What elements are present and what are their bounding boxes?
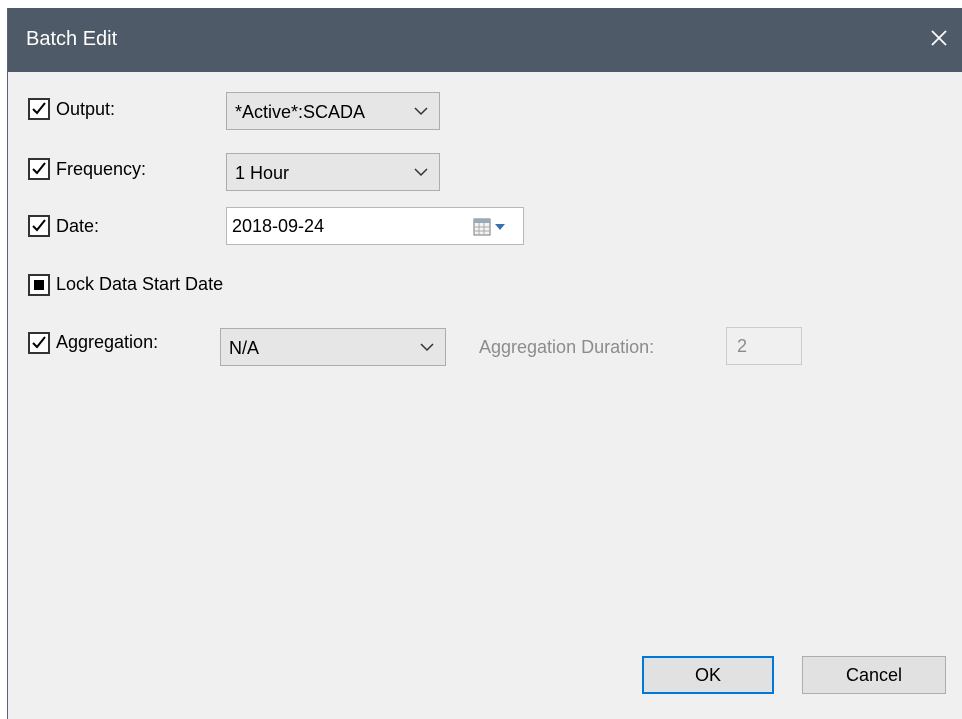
title-bar: Batch Edit: [8, 8, 962, 72]
close-icon: [931, 30, 947, 46]
output-label: Output:: [56, 99, 116, 119]
lock-start-date-checkbox[interactable]: [28, 274, 50, 296]
chevron-down-icon: [414, 107, 428, 116]
date-value: 2018-09-24: [232, 216, 325, 236]
checkmark-icon: [32, 102, 46, 115]
frequency-label: Frequency:: [56, 159, 147, 179]
date-picker[interactable]: 2018-09-24: [226, 207, 524, 245]
checkmark-icon: [32, 336, 46, 349]
cancel-button[interactable]: Cancel: [802, 656, 946, 694]
frequency-checkbox[interactable]: [28, 158, 50, 180]
frequency-select-value: 1 Hour: [235, 163, 290, 183]
frequency-select[interactable]: 1 Hour: [226, 153, 440, 191]
chevron-down-icon: [420, 343, 434, 352]
output-checkbox[interactable]: [28, 98, 50, 120]
aggregation-select[interactable]: N/A: [220, 328, 446, 366]
aggregation-label: Aggregation:: [56, 332, 159, 352]
calendar-dropdown-button[interactable]: [473, 218, 511, 236]
batch-edit-dialog: Batch Edit Output: *Active*:SCADA Freque…: [7, 8, 962, 719]
ok-button[interactable]: OK: [642, 656, 774, 694]
close-button[interactable]: [921, 20, 957, 56]
aggregation-select-value: N/A: [229, 338, 260, 358]
indeterminate-square-icon: [34, 280, 44, 290]
output-select-value: *Active*:SCADA: [235, 102, 366, 122]
aggregation-checkbox[interactable]: [28, 332, 50, 354]
date-checkbox[interactable]: [28, 215, 50, 237]
checkmark-icon: [32, 219, 46, 232]
checkmark-icon: [32, 162, 46, 175]
aggregation-duration-label: Aggregation Duration:: [479, 337, 655, 357]
output-select[interactable]: *Active*:SCADA: [226, 92, 440, 130]
date-label: Date:: [56, 216, 100, 236]
dialog-title: Batch Edit: [26, 28, 118, 50]
aggregation-duration-value: 2: [737, 336, 748, 356]
chevron-down-icon: [414, 168, 428, 177]
aggregation-duration-input: 2: [726, 327, 802, 365]
calendar-icon: [473, 218, 505, 236]
lock-start-date-label: Lock Data Start Date: [56, 274, 224, 294]
